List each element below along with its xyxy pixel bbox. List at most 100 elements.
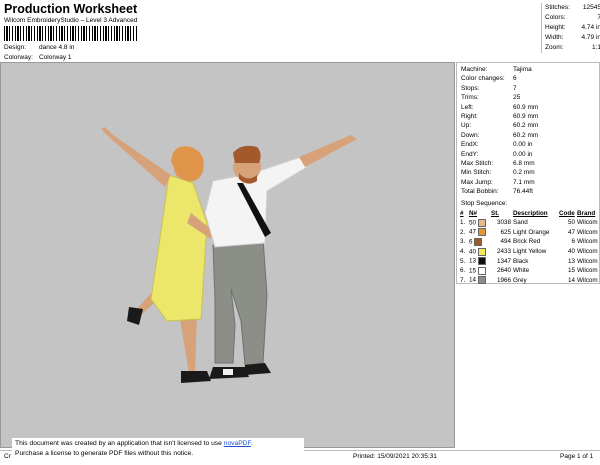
colorway-value: Colorway 1 bbox=[39, 54, 72, 61]
stop-brand: Wilcom bbox=[577, 219, 598, 227]
stop-stitches: 494 bbox=[500, 238, 511, 246]
stop-code: 47 bbox=[567, 228, 575, 236]
stop-sequence-table: # N# St. Description Code Brand 1. 50 303… bbox=[460, 209, 600, 285]
stop-index: 2. bbox=[460, 228, 466, 236]
stop-code: 50 bbox=[567, 219, 575, 227]
machine-row: Machine: Tajima bbox=[461, 66, 532, 73]
stop-code: 14 bbox=[567, 276, 575, 284]
notice-line-1: This document was created by an applicat… bbox=[15, 440, 253, 447]
stat-zoom: Zoom: 1:1 bbox=[545, 44, 600, 51]
stop-description: White bbox=[513, 267, 530, 275]
table-header-row: # N# St. Description Code Brand bbox=[460, 209, 600, 218]
stop-stitches: 625 bbox=[500, 228, 511, 236]
col-index: # bbox=[460, 210, 464, 217]
machine-row: Up: 60.2 mm bbox=[461, 122, 539, 130]
stop-needle: 14 bbox=[469, 276, 491, 286]
barcode bbox=[4, 26, 138, 41]
design-preview bbox=[0, 62, 455, 448]
stop-row: 6. 15 2640 White 15 Wilcom bbox=[460, 266, 600, 276]
color-swatch bbox=[477, 257, 486, 266]
machine-row: Total Bobbin: 76.44ft bbox=[461, 188, 533, 196]
man-arm-raised bbox=[299, 135, 357, 167]
stop-index: 1. bbox=[460, 219, 466, 227]
stop-description: Light Orange bbox=[513, 228, 550, 236]
col-code: Code bbox=[559, 210, 575, 217]
stat-colors: Colors: 7 bbox=[545, 14, 600, 21]
stop-needle: 15 bbox=[469, 266, 491, 276]
color-swatch bbox=[477, 218, 486, 227]
stop-needle: 6 bbox=[469, 237, 491, 247]
shoe-accent bbox=[223, 369, 233, 375]
design-row: Design: dance 4.8 in bbox=[4, 44, 74, 51]
stop-row: 3. 6 494 Brick Red 6 Wilcom bbox=[460, 237, 600, 247]
footer-cr: Cr bbox=[4, 453, 11, 460]
stop-description: Black bbox=[513, 257, 529, 265]
stop-description: Light Yellow bbox=[513, 248, 547, 256]
stop-index: 6. bbox=[460, 267, 466, 275]
stop-stitches: 2433 bbox=[496, 248, 511, 256]
machine-row: Trims: 25 bbox=[461, 94, 521, 102]
man-shoe-right bbox=[245, 363, 271, 375]
stop-row: 2. 47 625 Light Orange 47 Wilcom bbox=[460, 228, 600, 238]
machine-row: Color changes: 6 bbox=[461, 75, 517, 83]
stop-brand: Wilcom bbox=[577, 238, 598, 246]
stop-code: 13 bbox=[567, 257, 575, 265]
color-swatch bbox=[477, 276, 486, 285]
stop-stitches: 1347 bbox=[496, 257, 511, 265]
design-value: dance 4.8 in bbox=[39, 44, 75, 51]
stop-description: Brick Red bbox=[513, 238, 541, 246]
colorway-row: Colorway: Colorway 1 bbox=[4, 54, 72, 61]
stop-stitches: 2640 bbox=[496, 267, 511, 275]
stop-row: 5. 13 1347 Black 13 Wilcom bbox=[460, 256, 600, 266]
stop-stitches: 1966 bbox=[496, 276, 511, 284]
stop-index: 4. bbox=[460, 248, 466, 256]
stop-row: 4. 40 2433 Light Yellow 40 Wilcom bbox=[460, 247, 600, 257]
design-stats: Stitches: 12545 Colors: 7 Height: 4.74 in W… bbox=[541, 3, 600, 53]
machine-row: EndY: 0.00 in bbox=[461, 150, 533, 158]
stop-code: 6 bbox=[571, 238, 575, 246]
stop-needle: 50 bbox=[469, 218, 491, 228]
stop-index: 3. bbox=[460, 238, 466, 246]
col-description: Description bbox=[513, 210, 548, 217]
stop-brand: Wilcom bbox=[577, 267, 598, 275]
stop-needle: 47 bbox=[469, 228, 491, 238]
stop-sequence-title: Stop Sequence: bbox=[461, 200, 508, 207]
dancers-illustration bbox=[101, 127, 357, 383]
stop-brand: Wilcom bbox=[577, 228, 598, 236]
stop-code: 15 bbox=[567, 267, 575, 275]
stop-needle: 40 bbox=[469, 247, 491, 257]
stop-code: 40 bbox=[567, 248, 575, 256]
stat-width: Width: 4.79 in bbox=[545, 34, 600, 41]
color-swatch bbox=[477, 228, 486, 237]
notice-line-2: Purchase a license to generate PDF files… bbox=[15, 450, 194, 457]
machine-row: Max Jump: 7.1 mm bbox=[461, 178, 535, 186]
machine-stats: Machine: Tajima Color changes: 6 Stops: 7 T… bbox=[461, 65, 599, 196]
novapdf-link[interactable]: novaPDF bbox=[224, 440, 251, 447]
design-label: Design: bbox=[4, 44, 27, 51]
machine-row: Right: 60.9 mm bbox=[461, 112, 539, 120]
machine-row: Max Stitch: 6.8 mm bbox=[461, 159, 535, 167]
stop-row: 1. 50 3038 Sand 50 Wilcom bbox=[460, 218, 600, 228]
stop-description: Sand bbox=[513, 219, 528, 227]
machine-row: Min Stitch: 0.2 mm bbox=[461, 169, 535, 177]
page-title: Production Worksheet bbox=[4, 2, 138, 16]
page-number: Page 1 of 1 bbox=[560, 453, 594, 460]
software-subtitle: Wilcom EmbroideryStudio – Level 3 Advanc… bbox=[4, 17, 138, 24]
col-needle: N# bbox=[469, 210, 478, 217]
stop-brand: Wilcom bbox=[577, 257, 598, 265]
man-trousers bbox=[212, 238, 268, 366]
color-swatch bbox=[477, 247, 486, 256]
machine-row: Stops: 7 bbox=[461, 84, 517, 92]
color-swatch bbox=[474, 237, 483, 246]
stop-row: 7. 14 1966 Grey 14 Wilcom bbox=[460, 276, 600, 286]
stat-height: Height: 4.74 in bbox=[545, 24, 600, 31]
woman-shoe-left bbox=[127, 307, 143, 325]
woman-shoe-right bbox=[181, 371, 211, 383]
woman-hair bbox=[171, 146, 204, 182]
stop-brand: Wilcom bbox=[577, 248, 598, 256]
stop-sequence-body: 1. 50 3038 Sand 50 Wilcom 2. 47 625 Light Orang… bbox=[460, 218, 600, 285]
stop-stitches: 3038 bbox=[496, 219, 511, 227]
license-notice: This document was created by an applicat… bbox=[12, 438, 304, 462]
machine-row: Down: 60.2 mm bbox=[461, 131, 539, 139]
stop-index: 7. bbox=[460, 276, 466, 284]
